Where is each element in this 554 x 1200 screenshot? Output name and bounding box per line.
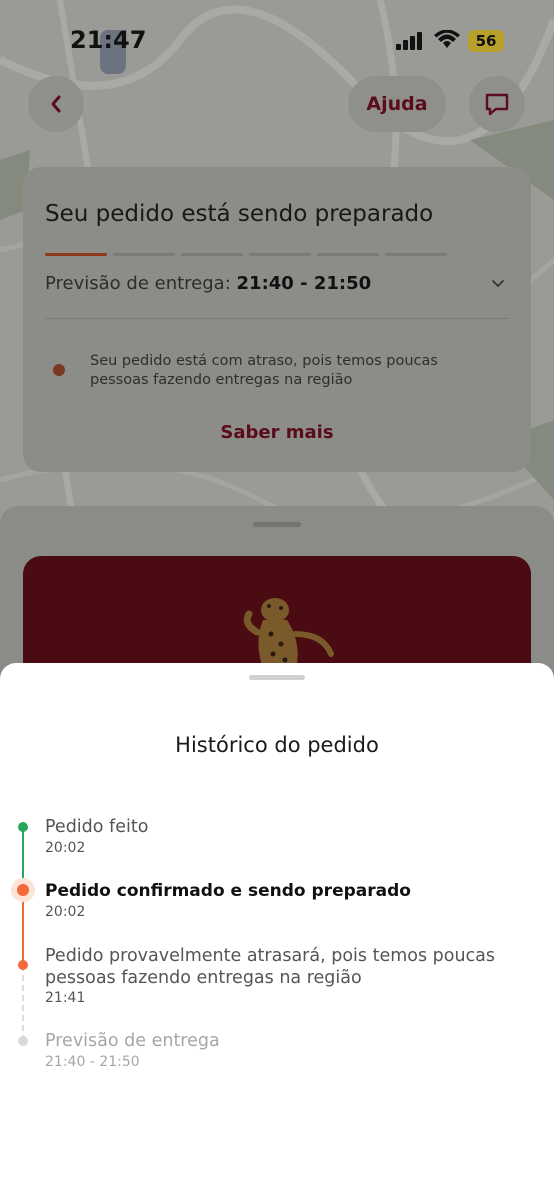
- back-button[interactable]: [28, 76, 84, 132]
- order-history-title: Histórico do pedido: [175, 733, 379, 757]
- eta-label: Previsão de entrega:: [45, 273, 231, 294]
- progress-segment: [113, 253, 175, 256]
- eta-value: 21:40 - 21:50: [236, 273, 372, 294]
- timeline-pending-dot-icon: [18, 1036, 28, 1046]
- help-button[interactable]: Ajuda: [348, 76, 446, 132]
- chevron-down-icon[interactable]: [491, 279, 505, 289]
- divider: [45, 318, 509, 319]
- timeline-event-label: Pedido confirmado e sendo preparado: [45, 881, 411, 901]
- chat-button[interactable]: [469, 76, 525, 132]
- learn-more-link[interactable]: Saber mais: [23, 422, 531, 443]
- timeline-event-time: 21:41: [45, 990, 86, 1006]
- timeline-done-dot-icon: [18, 822, 28, 832]
- status-bar: 21:47 56: [0, 0, 554, 80]
- progress-segment: [45, 253, 107, 256]
- progress-segment: [317, 253, 379, 256]
- delay-message: Seu pedido está com atraso, pois temos p…: [90, 353, 438, 388]
- timeline-event-label: Pedido provavelmente atrasará, pois temo…: [45, 946, 496, 988]
- timeline-event-label: Pedido feito: [45, 817, 149, 837]
- jaguar-mascot-icon: [243, 598, 334, 674]
- sheet-drag-handle[interactable]: [249, 675, 305, 680]
- wifi-icon: [434, 30, 460, 48]
- timeline-event-time: 21:40 - 21:50: [45, 1054, 140, 1070]
- order-history-sheet: Histórico do pedido Pedido feito 20:02 P…: [0, 663, 554, 1200]
- progress-segment: [181, 253, 243, 256]
- progress-segment: [249, 253, 311, 256]
- timeline-event-label: Previsão de entrega: [45, 1031, 220, 1051]
- chevron-left-icon: [51, 95, 61, 113]
- timeline-event-time: 20:02: [45, 840, 86, 856]
- drag-handle[interactable]: [253, 522, 301, 527]
- order-status-card: Seu pedido está sendo preparado Previsão…: [23, 167, 531, 472]
- timeline-current-dot-icon: [17, 884, 29, 896]
- timeline-event-time: 20:02: [45, 904, 86, 920]
- progress-segment: [385, 253, 447, 256]
- cellular-signal-icon: [396, 32, 422, 50]
- clock: 21:47: [70, 26, 147, 54]
- timeline-connector: [22, 965, 24, 1041]
- chat-icon: [485, 93, 509, 116]
- warning-dot-icon: [53, 364, 65, 376]
- order-progress-bar: [45, 253, 447, 256]
- timeline-warning-dot-icon: [18, 960, 28, 970]
- order-status-title: Seu pedido está sendo preparado: [45, 201, 434, 227]
- battery-indicator: 56: [468, 30, 504, 52]
- eta-row[interactable]: Previsão de entrega: 21:40 - 21:50: [45, 273, 371, 294]
